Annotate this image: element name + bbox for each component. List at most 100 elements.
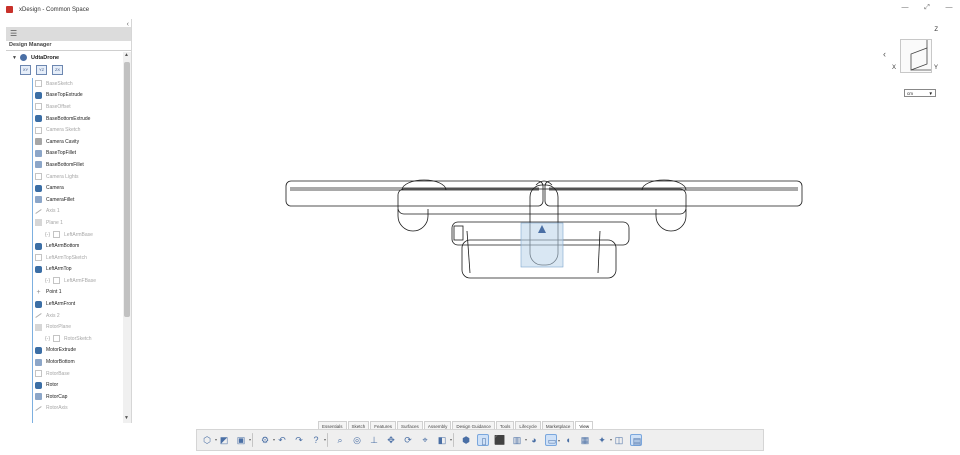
unit-value: cm bbox=[907, 90, 913, 96]
scroll-thumb[interactable] bbox=[124, 62, 130, 317]
divider bbox=[6, 50, 131, 51]
tree-item[interactable]: BaseBottomExtrude bbox=[35, 113, 123, 125]
shaded-edges-icon[interactable]: ⬛ bbox=[494, 434, 506, 446]
tree-item[interactable]: RotorPlane bbox=[35, 321, 123, 333]
tree-item[interactable]: Camera Cavity bbox=[35, 136, 123, 148]
chevron-down-icon: ▼ bbox=[928, 90, 933, 96]
tree-item[interactable]: + Point 1 bbox=[35, 287, 123, 299]
dropdown-arrow-icon[interactable]: ▾ bbox=[215, 437, 217, 442]
appearance-icon[interactable]: ◕ bbox=[528, 434, 540, 446]
tree-item[interactable]: Plane 1 bbox=[35, 217, 123, 229]
shaded-icon[interactable]: ⬢ bbox=[460, 434, 472, 446]
tree-root[interactable]: ▼ UdtaDrone bbox=[12, 53, 59, 62]
transparency-icon[interactable]: ▥ ▾ bbox=[511, 434, 527, 446]
pan-icon[interactable]: ✥ bbox=[385, 434, 397, 446]
toolbar-separator bbox=[252, 433, 253, 447]
sidebar-scrollbar[interactable]: ▲ ▼ bbox=[123, 52, 131, 423]
view-cube[interactable] bbox=[900, 39, 932, 73]
tree-item[interactable]: LeftArmTopSketch bbox=[35, 252, 123, 264]
tree-item[interactable]: RotorAxis bbox=[35, 403, 123, 415]
view-selector-icon[interactable]: ▤ bbox=[630, 434, 642, 446]
tree-item-label: RotorBase bbox=[46, 370, 70, 377]
scene-icon[interactable]: ▭ ▾ bbox=[545, 434, 560, 446]
restore-icon[interactable]: ⤢ bbox=[922, 4, 932, 12]
tree-item[interactable]: MotorBottom bbox=[35, 356, 123, 368]
drone-wireframe-model[interactable] bbox=[132, 19, 960, 421]
redo-icon[interactable]: ↷ bbox=[293, 434, 305, 446]
tree-item[interactable]: BaseTopExtrude bbox=[35, 90, 123, 102]
dropdown-arrow-icon[interactable]: ▾ bbox=[525, 437, 527, 442]
display-style-icon[interactable]: ▣ ▾ bbox=[235, 434, 251, 446]
dropdown-arrow-icon[interactable]: ▾ bbox=[249, 437, 251, 442]
tree-item[interactable]: BaseBottomFillet bbox=[35, 159, 123, 171]
left-motor bbox=[397, 209, 429, 232]
cavity-icon bbox=[35, 138, 42, 146]
tree-item[interactable]: MotorExtrude bbox=[35, 345, 123, 357]
extrude-icon bbox=[35, 346, 42, 354]
rotate-icon[interactable]: ⟳ bbox=[402, 434, 414, 446]
render-settings-icon[interactable]: ⚙ ▾ bbox=[259, 434, 275, 446]
close-icon[interactable]: — bbox=[944, 4, 954, 12]
3d-viewport[interactable]: ‹ X Y Z cm ▼ bbox=[132, 19, 960, 421]
tool-glyph: ⬛ bbox=[494, 435, 506, 445]
section-view-icon[interactable]: ◧ ▾ bbox=[436, 434, 452, 446]
chevron-down-icon[interactable]: ▼ bbox=[12, 55, 20, 61]
dropdown-arrow-icon[interactable]: ▾ bbox=[324, 437, 326, 442]
minimize-icon[interactable]: — bbox=[900, 4, 910, 12]
tree-item[interactable]: {-} LeftArmBase bbox=[35, 229, 123, 241]
sketch-icon bbox=[53, 231, 61, 239]
tree-item[interactable]: BaseTopFillet bbox=[35, 148, 123, 160]
tree-item[interactable]: {-} LeftArmFBase bbox=[35, 275, 123, 287]
window-controls: — ⤢ — bbox=[900, 4, 954, 12]
tree-item[interactable]: RotorCap bbox=[35, 391, 123, 403]
standard-views-icon[interactable]: ◩ bbox=[218, 434, 230, 446]
tree-item[interactable]: Axis 2 bbox=[35, 310, 123, 322]
tree-item[interactable]: LeftArmBottom bbox=[35, 240, 123, 252]
extrude-icon bbox=[35, 115, 42, 123]
plane-xy-icon[interactable]: XY bbox=[20, 65, 31, 75]
dropdown-arrow-icon[interactable]: ▾ bbox=[273, 437, 275, 442]
fillet-icon bbox=[35, 161, 42, 169]
tree-item[interactable]: LeftArmFront bbox=[35, 298, 123, 310]
tree-item[interactable]: Axis 1 bbox=[35, 206, 123, 218]
tree-icon[interactable]: ☰ bbox=[10, 29, 17, 38]
extrude-icon bbox=[35, 91, 42, 99]
scroll-down-icon[interactable]: ▼ bbox=[124, 415, 129, 421]
dropdown-arrow-icon[interactable]: ▾ bbox=[450, 437, 452, 442]
scroll-up-icon[interactable]: ▲ bbox=[124, 52, 129, 58]
grid-icon[interactable]: ▦ bbox=[579, 434, 591, 446]
tree-item[interactable]: Camera bbox=[35, 182, 123, 194]
axis-y-label: Y bbox=[933, 65, 938, 71]
extrude-icon bbox=[35, 265, 42, 273]
tree-item-label: BaseOffset bbox=[46, 103, 71, 110]
dropdown-arrow-icon[interactable]: ▾ bbox=[558, 438, 560, 443]
tool-glyph: ⊥ bbox=[370, 435, 378, 445]
tree-item[interactable]: RotorBase bbox=[35, 368, 123, 380]
tool-glyph: ◎ bbox=[353, 435, 361, 445]
zoom-icon[interactable]: ⌕ bbox=[334, 434, 346, 446]
plane-yz-icon[interactable]: YZ bbox=[36, 65, 47, 75]
zoom-selection-icon[interactable]: ⌖ bbox=[419, 434, 431, 446]
unit-select[interactable]: cm ▼ bbox=[904, 89, 936, 97]
tree-item[interactable]: Camera Sketch bbox=[35, 124, 123, 136]
camera-icon[interactable]: ◫ bbox=[613, 434, 625, 446]
normal-to-icon[interactable]: ⊥ bbox=[368, 434, 380, 446]
tree-item[interactable]: BaseOffset bbox=[35, 101, 123, 113]
tree-item[interactable]: BaseSketch bbox=[35, 78, 123, 90]
view-cube-chevron-icon[interactable]: ‹ bbox=[883, 49, 886, 59]
display-icon[interactable]: ◖ bbox=[562, 434, 574, 446]
zoom-fit-icon[interactable]: ◎ bbox=[351, 434, 363, 446]
base-edge bbox=[597, 230, 601, 274]
tree-item[interactable]: CameraFillet bbox=[35, 194, 123, 206]
plane-zx-icon[interactable]: ZX bbox=[52, 65, 63, 75]
tree-item[interactable]: LeftArmTop bbox=[35, 264, 123, 276]
tree-item[interactable]: Rotor bbox=[35, 379, 123, 391]
lighting-icon[interactable]: ✦ ▾ bbox=[596, 434, 612, 446]
tree-item[interactable]: Camera Lights bbox=[35, 171, 123, 183]
dropdown-arrow-icon[interactable]: ▾ bbox=[610, 437, 612, 442]
tree-item[interactable]: {-} RotorSketch bbox=[35, 333, 123, 345]
help-icon[interactable]: ? ▾ bbox=[310, 434, 326, 446]
undo-icon[interactable]: ↶ bbox=[276, 434, 288, 446]
view-orientation-icon[interactable]: ⬡ ▾ bbox=[201, 434, 217, 446]
wireframe-icon[interactable]: ▯ bbox=[477, 434, 489, 446]
